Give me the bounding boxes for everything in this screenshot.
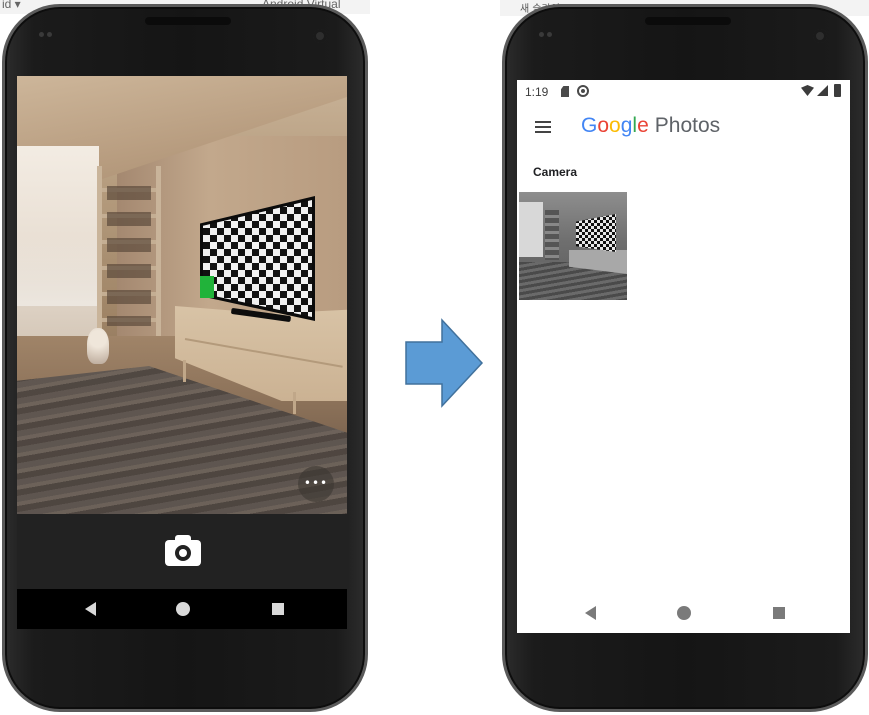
app-bar: Google Photos xyxy=(517,104,850,152)
camera-icon[interactable] xyxy=(165,535,201,566)
scene-window-glow xyxy=(17,236,99,306)
sync-icon xyxy=(577,85,589,97)
home-icon[interactable] xyxy=(163,589,203,629)
album-section-title: Camera xyxy=(533,165,578,179)
comparison-stage: id ▾ Android Virtual 새 슬라이드 ≡ ⊞ ⊡ xyxy=(0,0,869,715)
home-icon[interactable] xyxy=(664,593,704,633)
scene-green-marker xyxy=(200,276,214,298)
photos-app-screen: 1:19 Google Photos Camera xyxy=(517,80,850,633)
camera-viewfinder[interactable]: ••• xyxy=(17,76,347,514)
back-icon[interactable] xyxy=(571,593,611,633)
camera-app-screen: ••• xyxy=(17,76,347,629)
recents-icon[interactable] xyxy=(258,589,298,629)
scene-cabinet-leg xyxy=(293,392,296,414)
speaker-grille xyxy=(645,17,731,25)
photo-thumbnail[interactable] xyxy=(519,192,627,300)
front-camera xyxy=(313,29,327,43)
scene-dog xyxy=(87,328,109,364)
status-time: 1:19 xyxy=(525,85,549,99)
menu-icon[interactable] xyxy=(535,121,551,135)
google-photos-logo: Google Photos xyxy=(581,114,721,137)
proximity-sensor xyxy=(39,29,53,41)
proximity-sensor xyxy=(539,29,553,41)
navigation-bar-right xyxy=(517,593,850,633)
scene-cabinet-leg xyxy=(183,360,186,382)
scene-books xyxy=(107,186,151,326)
signal-icon xyxy=(817,85,828,96)
more-options-button[interactable]: ••• xyxy=(298,466,334,502)
wifi-icon xyxy=(801,85,814,96)
status-bar: 1:19 xyxy=(517,80,850,104)
background-window-left-text-a: id ▾ xyxy=(2,0,21,11)
speaker-grille xyxy=(145,17,231,25)
arrow-right-icon xyxy=(405,318,484,408)
recents-icon[interactable] xyxy=(759,593,799,633)
front-camera xyxy=(813,29,827,43)
back-icon[interactable] xyxy=(71,589,111,629)
navigation-bar-left xyxy=(17,589,347,629)
battery-icon xyxy=(834,84,841,97)
sd-card-icon xyxy=(561,86,569,97)
